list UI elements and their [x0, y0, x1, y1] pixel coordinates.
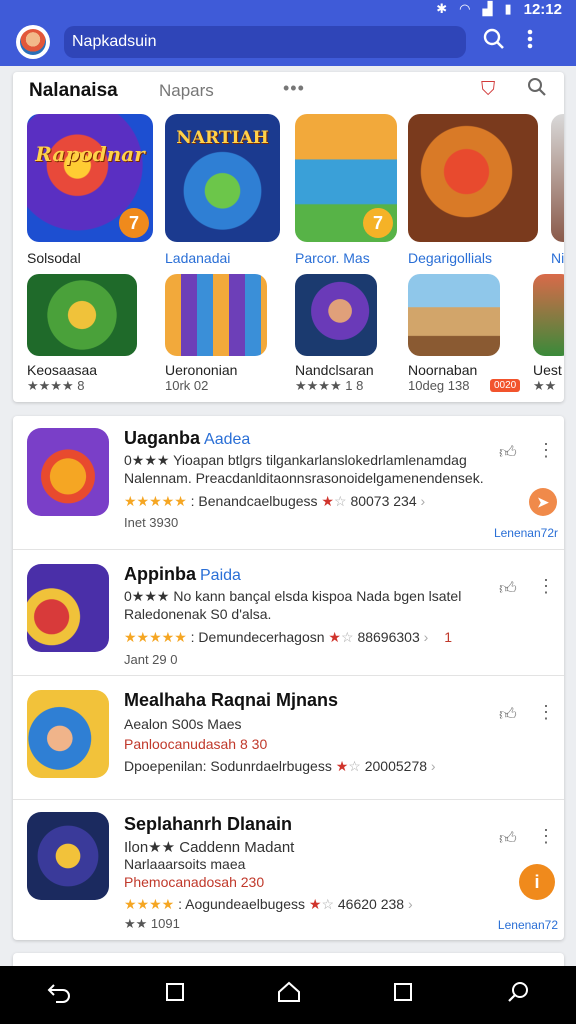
app-footer: ★★ 1091	[124, 916, 180, 931]
app-description: Ilon★★ Caddenn Madant	[124, 839, 295, 856]
app-bar: Napkadsuin	[0, 18, 576, 66]
game-thumbnail	[533, 274, 564, 356]
app-description: Aealon S00s Maes	[124, 716, 242, 732]
app-description-2: Raledonenak S0 d'alsa.	[124, 606, 272, 622]
status-bar: ✱ ◠ ▟ ▮ 12:12	[0, 0, 576, 18]
app-description-2: Nalennam. Preacdanlditaonnsrasonoidelgam…	[124, 470, 484, 486]
game-logo: NARTIAH	[176, 128, 269, 148]
game-thumbnail: Rapodnar 7	[27, 114, 153, 242]
avatar[interactable]	[16, 25, 50, 59]
app-title: Uaganba Aadea	[124, 428, 251, 448]
game-thumbnail	[551, 114, 564, 242]
app-title: Appinba Paida	[124, 564, 241, 584]
game-logo: Rapodnar	[35, 142, 145, 166]
app-icon	[27, 428, 109, 516]
game-name: Noornaban	[408, 362, 478, 378]
overview-icon[interactable]	[393, 981, 413, 1009]
app-description: 0★★★ Yioapan btlgrs tilgankarlanslokedrl…	[124, 452, 467, 468]
bookmark-icon[interactable]: ⛉	[481, 79, 495, 101]
app-title: Mealhaha Raqnai Mjnans	[124, 690, 339, 710]
thumbs-up-icon[interactable]: 👍︎	[499, 442, 517, 463]
more-vert-icon[interactable]: ⋮	[537, 826, 555, 847]
search-icon[interactable]	[506, 980, 530, 1011]
app-footer: Jant 29 0	[124, 652, 178, 667]
game-name: Uerononian	[165, 362, 238, 378]
tab-main[interactable]: Nalanaisa	[29, 80, 118, 102]
game-name: Uest	[533, 362, 562, 378]
more-tabs-icon[interactable]: •••	[283, 78, 305, 99]
search-icon[interactable]	[476, 28, 512, 56]
signal-icon: ▟	[482, 1, 493, 16]
navigation-bar	[0, 966, 576, 1024]
tab-second[interactable]: Napars	[159, 81, 214, 101]
game-name: Nandclsaran	[295, 362, 374, 378]
rank-badge: 7	[363, 208, 393, 238]
game-name: Parcor. Mas	[295, 250, 370, 266]
game-rating: 10deg 138	[408, 378, 470, 393]
game-rating: ★★★★ 1 8	[295, 378, 364, 393]
promo-tag: 0020	[490, 379, 521, 392]
list-item[interactable]: Uaganba Aadea 0★★★ Yioapan btlgrs tilgank…	[13, 416, 564, 550]
game-name: Keosaasaa	[27, 362, 98, 378]
thumbs-up-icon[interactable]: 👍︎	[499, 704, 517, 725]
battery-icon: ▮	[504, 1, 512, 16]
list-item[interactable]: Seplahanrh Dlanain Ilon★★ Caddenn Madant…	[13, 800, 564, 940]
wifi-icon: ◠	[459, 1, 471, 16]
app-icon	[27, 564, 109, 652]
rank-badge: 7	[119, 208, 149, 238]
thumbs-up-icon[interactable]: 👍︎	[499, 578, 517, 599]
back-icon[interactable]	[46, 981, 72, 1010]
more-vert-icon[interactable]: ⋮	[537, 702, 555, 723]
featured-card: Nalanaisa Napars ••• ⛉ Rapodnar 7 Solsod…	[13, 72, 564, 402]
app-description: 0★★★ No kann bançal elsda kispoa Nada bg…	[124, 588, 462, 604]
game-thumbnail	[165, 274, 267, 356]
app-icon	[27, 690, 109, 778]
info-fab-icon[interactable]: i	[519, 864, 555, 900]
app-rating: ★★★★★ : Benandcaelbugess ★☆ 80073 234 ›	[124, 493, 426, 509]
bluetooth-icon: ✱	[436, 1, 448, 16]
more-vert-icon[interactable]: ⋮	[537, 440, 555, 461]
app-description-3: Phemocanadosah 230	[124, 874, 265, 890]
game-rating: ★★	[533, 378, 557, 393]
app-footer: Inet 3930	[124, 515, 179, 530]
game-thumbnail	[408, 114, 538, 242]
clock: 12:12	[523, 0, 562, 18]
game-name: Degarigollials	[408, 250, 493, 266]
thumbs-up-icon[interactable]: 👍︎	[499, 828, 517, 849]
app-description-2: Narlaaarsoits maea	[124, 856, 246, 872]
app-rating: Dpoepenilan: Sodunrdaelrbugess ★☆ 200052…	[124, 758, 436, 774]
more-vert-icon[interactable]: ⋮	[537, 576, 555, 597]
featured-tabs: Nalanaisa Napars ••• ⛉	[13, 72, 564, 108]
more-vert-icon[interactable]	[512, 29, 548, 55]
game-rating: ★★★★ 8	[27, 378, 85, 393]
game-thumbnail	[295, 274, 377, 356]
app-list-card: Uaganba Aadea 0★★★ Yioapan btlgrs tilgank…	[13, 416, 564, 940]
game-name: Nipa	[551, 250, 564, 266]
app-title: Seplahanrh Dlanain	[124, 814, 293, 834]
app-rating: ★★★★ : Aogundeaelbugess ★☆ 46620 238 ›	[124, 896, 413, 912]
game-thumbnail: 7	[295, 114, 397, 242]
app-icon	[27, 812, 109, 900]
developer-link[interactable]: Lenenan72r	[494, 526, 558, 540]
game-name: Solsodal	[27, 250, 81, 266]
search-icon[interactable]	[527, 77, 547, 103]
game-thumbnail	[27, 274, 137, 356]
developer-link[interactable]: Lenenan72	[498, 918, 558, 932]
recents-icon[interactable]	[165, 981, 185, 1009]
game-rating: 10rk 02	[165, 378, 209, 393]
game-thumbnail: NARTIAH	[165, 114, 280, 242]
share-icon[interactable]: ➤	[529, 488, 557, 516]
list-item[interactable]: Mealhaha Raqnai Mjnans Aealon S00s Maes …	[13, 676, 564, 800]
list-item[interactable]: Appinba Paida 0★★★ No kann bançal elsda k…	[13, 550, 564, 676]
app-rating: ★★★★★ : Demundecerhagosn ★☆ 88696303 › 1	[124, 629, 452, 645]
game-name: Ladanadai	[165, 250, 231, 266]
search-input[interactable]: Napkadsuin	[64, 26, 466, 58]
home-icon[interactable]	[277, 981, 301, 1010]
game-thumbnail	[408, 274, 500, 356]
app-description-2: Panloocanudasah 8 30	[124, 736, 268, 752]
